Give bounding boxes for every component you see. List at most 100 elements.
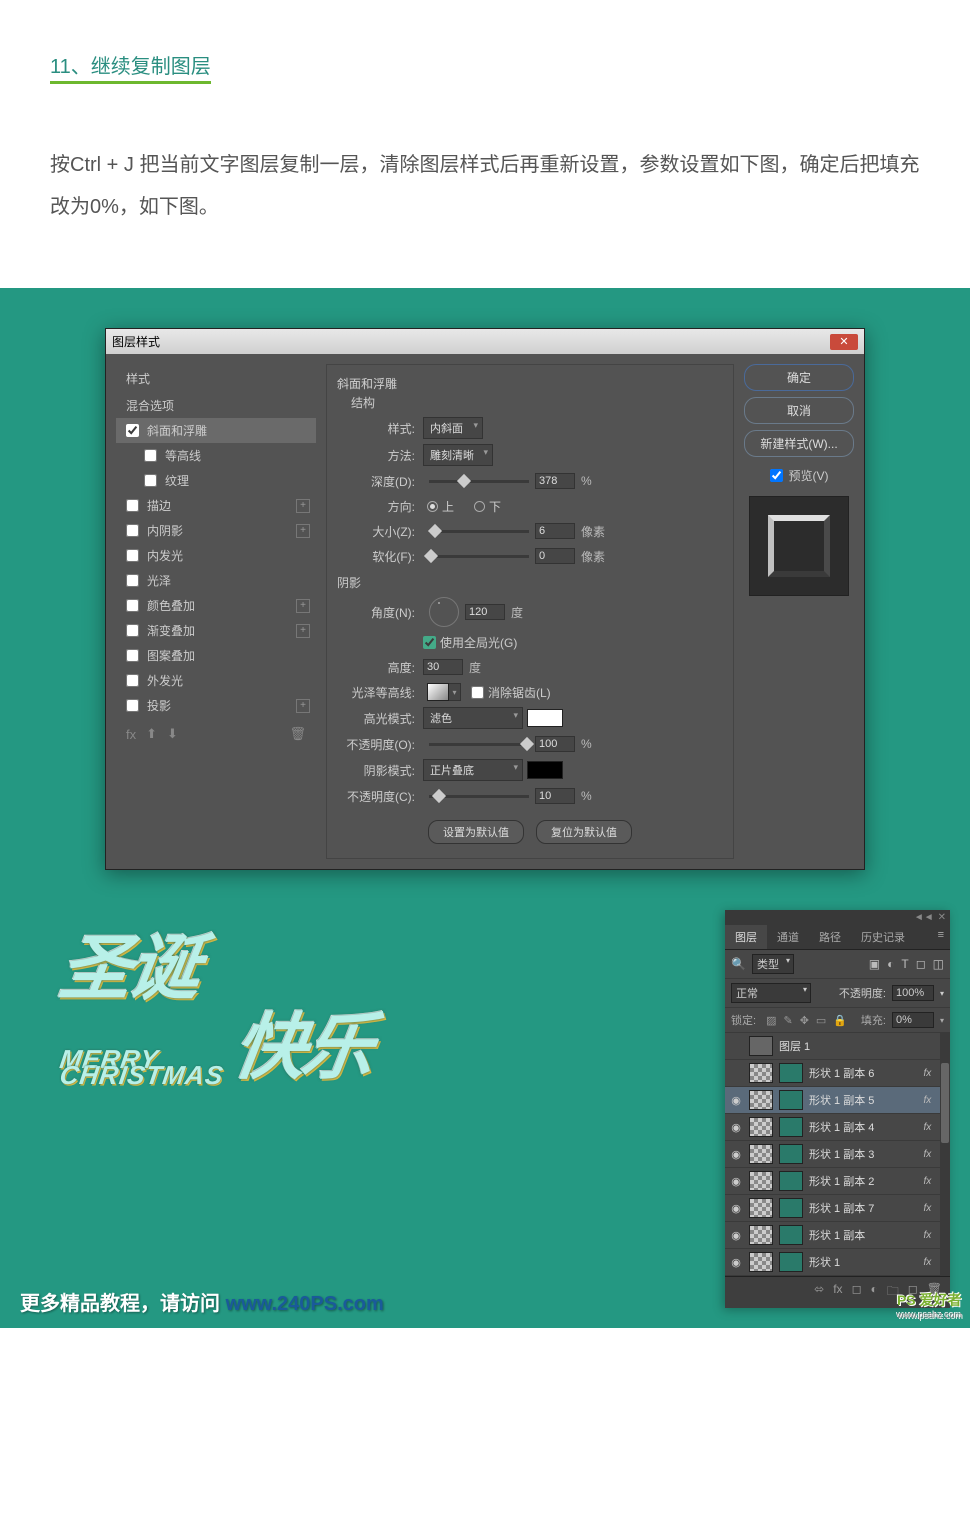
altitude-input[interactable]: 30: [423, 659, 463, 675]
effect-checkbox[interactable]: [126, 674, 139, 687]
opacity-input[interactable]: 100%: [892, 985, 934, 1001]
style-纹理[interactable]: 纹理: [116, 468, 316, 493]
effect-checkbox[interactable]: [144, 474, 157, 487]
link-layers-icon[interactable]: ⬄: [814, 1282, 824, 1303]
tab-历史记录[interactable]: 历史记录: [851, 925, 915, 949]
fx-badge[interactable]: fx: [924, 1068, 932, 1079]
effect-checkbox[interactable]: [126, 574, 139, 587]
technique-select[interactable]: 雕刻清晰: [423, 444, 493, 466]
chevron-down-icon[interactable]: ▾: [940, 1016, 944, 1025]
visibility-icon[interactable]: ◉: [729, 1256, 743, 1269]
lock-artboard-icon[interactable]: ▭: [816, 1014, 826, 1027]
blend-options-row[interactable]: 混合选项: [116, 393, 316, 418]
layer-item[interactable]: ◉形状 1 副本fx⌄: [725, 1222, 950, 1249]
highlight-color[interactable]: [527, 709, 563, 727]
layer-item[interactable]: ◉形状 1 副本 3fx⌄: [725, 1141, 950, 1168]
style-投影[interactable]: 投影+: [116, 693, 316, 718]
fx-menu-icon[interactable]: fx: [833, 1282, 842, 1303]
fx-badge[interactable]: fx: [924, 1122, 932, 1133]
style-内发光[interactable]: 内发光: [116, 543, 316, 568]
filter-select[interactable]: 类型: [752, 954, 794, 974]
panel-menu-icon[interactable]: ≡: [932, 925, 950, 949]
fx-badge[interactable]: fx: [924, 1149, 932, 1160]
soften-slider[interactable]: [429, 555, 529, 558]
style-描边[interactable]: 描边+: [116, 493, 316, 518]
style-外发光[interactable]: 外发光: [116, 668, 316, 693]
visibility-icon[interactable]: ◉: [729, 1202, 743, 1215]
filter-smart-icon[interactable]: ◫: [933, 957, 944, 971]
fx-icon[interactable]: fx: [126, 727, 136, 742]
down-arrow-icon[interactable]: ⬇: [167, 726, 178, 742]
effect-checkbox[interactable]: [126, 599, 139, 612]
filter-image-icon[interactable]: ▣: [869, 957, 880, 971]
size-input[interactable]: 6: [535, 523, 575, 539]
size-slider[interactable]: [429, 530, 529, 533]
fx-badge[interactable]: fx: [924, 1176, 932, 1187]
soften-input[interactable]: 0: [535, 548, 575, 564]
direction-up-radio[interactable]: [427, 501, 438, 512]
reset-default-button[interactable]: 复位为默认值: [536, 820, 632, 844]
effect-checkbox[interactable]: [126, 649, 139, 662]
effect-checkbox[interactable]: [126, 699, 139, 712]
gloss-contour[interactable]: [427, 683, 449, 701]
angle-wheel[interactable]: [429, 597, 459, 627]
visibility-icon[interactable]: ◉: [729, 1094, 743, 1107]
layer-item[interactable]: ◉形状 1 副本 5fx⌄: [725, 1087, 950, 1114]
adjustment-icon[interactable]: ◐: [871, 1282, 878, 1303]
layer-item[interactable]: ◉形状 1 副本 7fx⌄: [725, 1195, 950, 1222]
footer-link[interactable]: www.240PS.com: [226, 1293, 384, 1315]
s-opacity-slider[interactable]: [429, 795, 529, 798]
search-icon[interactable]: 🔍: [731, 957, 746, 971]
make-default-button[interactable]: 设置为默认值: [428, 820, 524, 844]
effect-checkbox[interactable]: [126, 424, 139, 437]
tab-通道[interactable]: 通道: [767, 925, 809, 949]
tab-路径[interactable]: 路径: [809, 925, 851, 949]
lock-pixels-icon[interactable]: ✎: [783, 1014, 792, 1027]
depth-input[interactable]: 378: [535, 473, 575, 489]
layer-item[interactable]: 图层 1: [725, 1033, 950, 1060]
blend-mode-select[interactable]: 正常: [731, 983, 811, 1003]
trash-icon[interactable]: 🗑: [289, 726, 306, 742]
global-light-checkbox[interactable]: [423, 636, 436, 649]
scrollbar-thumb[interactable]: [941, 1063, 949, 1143]
h-opacity-input[interactable]: 100: [535, 736, 575, 752]
antialias-checkbox[interactable]: [471, 686, 484, 699]
style-内阴影[interactable]: 内阴影+: [116, 518, 316, 543]
style-等高线[interactable]: 等高线: [116, 443, 316, 468]
shadow-mode-select[interactable]: 正片叠底: [423, 759, 523, 781]
effect-checkbox[interactable]: [126, 524, 139, 537]
visibility-icon[interactable]: ◉: [729, 1121, 743, 1134]
style-颜色叠加[interactable]: 颜色叠加+: [116, 593, 316, 618]
tab-图层[interactable]: 图层: [725, 925, 767, 949]
filter-shape-icon[interactable]: ◻: [916, 957, 926, 971]
fx-badge[interactable]: fx: [924, 1257, 932, 1268]
shadow-color[interactable]: [527, 761, 563, 779]
visibility-icon[interactable]: ◉: [729, 1148, 743, 1161]
depth-slider[interactable]: [429, 480, 529, 483]
chevron-down-icon[interactable]: ▾: [940, 989, 944, 998]
plus-icon[interactable]: +: [296, 599, 310, 613]
style-光泽[interactable]: 光泽: [116, 568, 316, 593]
filter-adjust-icon[interactable]: ◐: [887, 957, 894, 971]
plus-icon[interactable]: +: [296, 624, 310, 638]
plus-icon[interactable]: +: [296, 499, 310, 513]
h-opacity-slider[interactable]: [429, 743, 529, 746]
effect-checkbox[interactable]: [144, 449, 157, 462]
fill-input[interactable]: 0%: [892, 1012, 934, 1028]
chevron-down-icon[interactable]: ▾: [449, 683, 461, 701]
style-图案叠加[interactable]: 图案叠加: [116, 643, 316, 668]
visibility-icon[interactable]: ◉: [729, 1175, 743, 1188]
lock-position-icon[interactable]: ✥: [800, 1014, 809, 1027]
effect-checkbox[interactable]: [126, 624, 139, 637]
layer-item[interactable]: ◉形状 1fx⌄: [725, 1249, 950, 1276]
fx-badge[interactable]: fx: [924, 1095, 932, 1106]
plus-icon[interactable]: +: [296, 699, 310, 713]
effect-checkbox[interactable]: [126, 499, 139, 512]
lock-transparent-icon[interactable]: ▨: [766, 1014, 776, 1027]
collapse-icon[interactable]: ◄◄: [914, 912, 934, 923]
mask-icon[interactable]: ◻: [852, 1282, 862, 1303]
visibility-icon[interactable]: ◉: [729, 1229, 743, 1242]
layer-item[interactable]: 形状 1 副本 6fx⌄: [725, 1060, 950, 1087]
highlight-mode-select[interactable]: 滤色: [423, 707, 523, 729]
new-style-button[interactable]: 新建样式(W)...: [744, 430, 854, 457]
